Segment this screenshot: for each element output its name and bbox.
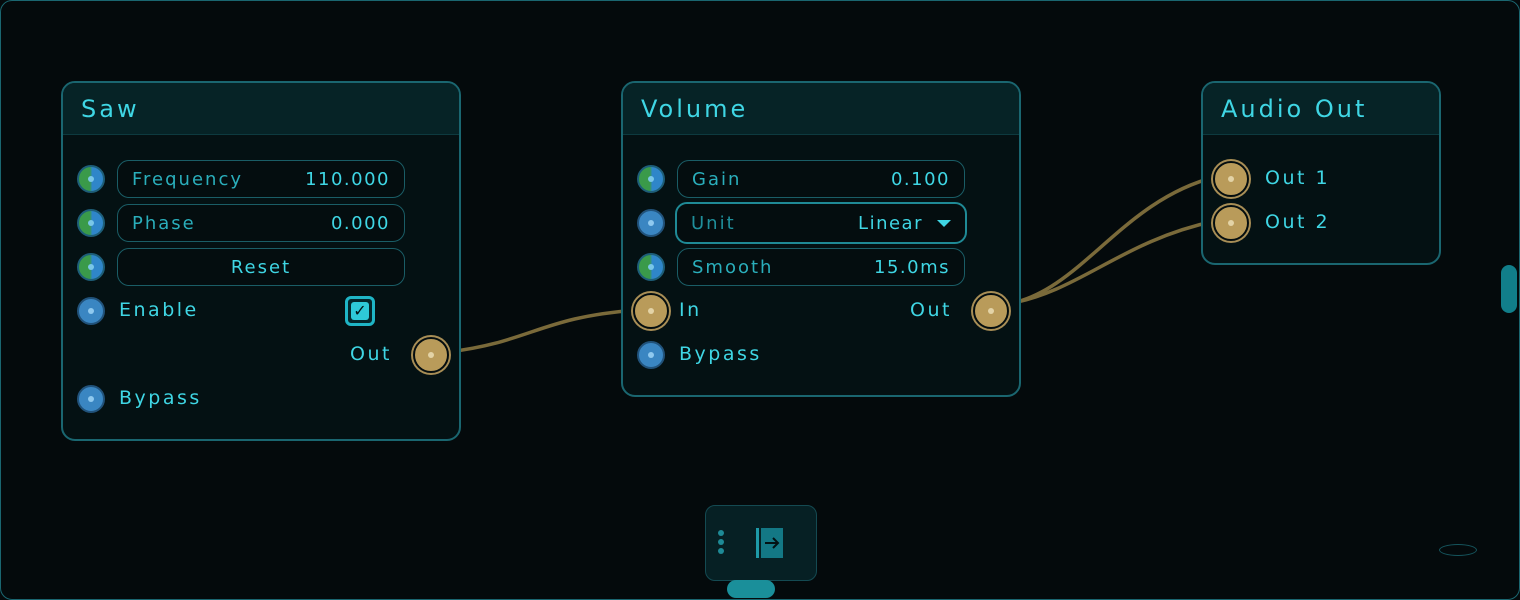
node-title[interactable]: Volume <box>623 83 1019 135</box>
field-value: 0.000 <box>330 212 390 234</box>
audio-out-1-port[interactable] <box>1213 161 1249 197</box>
volume-audio-out-port[interactable] <box>973 293 1009 329</box>
out-label: Out <box>350 343 392 365</box>
in-label: In <box>679 299 702 321</box>
field-value: 110.000 <box>305 168 390 190</box>
wire-volume-to-out2 <box>1007 219 1216 306</box>
audio-out-2-port[interactable] <box>1213 205 1249 241</box>
saw-audio-out-port[interactable] <box>413 337 449 373</box>
graph-canvas[interactable]: Saw Frequency 110.000 Phase 0.000 Reset … <box>0 0 1520 600</box>
smooth-field[interactable]: Smooth 15.0ms <box>677 248 965 286</box>
bypass-label: Bypass <box>119 387 202 409</box>
out-2-label: Out 2 <box>1265 211 1331 233</box>
minimap-indicator <box>1439 544 1477 556</box>
field-label: Unit <box>691 212 736 234</box>
field-label: Gain <box>692 168 742 190</box>
caret-down-icon <box>937 219 951 227</box>
enable-port[interactable] <box>77 297 105 325</box>
out-1-label: Out 1 <box>1265 167 1331 189</box>
phase-field[interactable]: Phase 0.000 <box>117 204 405 242</box>
volume-node[interactable]: Volume Gain 0.100 Unit Linear Smooth 15.… <box>621 81 1021 397</box>
gain-mod-port[interactable] <box>637 165 665 193</box>
frequency-mod-port[interactable] <box>77 165 105 193</box>
frequency-field[interactable]: Frequency 110.000 <box>117 160 405 198</box>
node-title[interactable]: Saw <box>63 83 459 135</box>
field-value: 15.0ms <box>874 256 950 278</box>
select-value: Linear <box>858 212 923 234</box>
field-value: 0.100 <box>890 168 950 190</box>
wire-saw-to-volume <box>447 308 638 354</box>
toolbar-drag-handle[interactable] <box>727 580 775 598</box>
node-title[interactable]: Audio Out <box>1203 83 1439 135</box>
out-label: Out <box>910 299 952 321</box>
field-label: Frequency <box>132 168 243 190</box>
unit-select[interactable]: Unit Linear <box>675 202 967 244</box>
button-label: Reset <box>230 256 292 278</box>
phase-mod-port[interactable] <box>77 209 105 237</box>
bypass-label: Bypass <box>679 343 762 365</box>
vertical-scrollbar[interactable] <box>1501 265 1517 313</box>
field-label: Phase <box>132 212 196 234</box>
select-value-wrap: Linear <box>858 213 951 234</box>
exit-icon[interactable] <box>754 526 786 560</box>
audio-out-node[interactable]: Audio Out Out 1 Out 2 <box>1201 81 1441 265</box>
reset-button[interactable]: Reset <box>117 248 405 286</box>
smooth-mod-port[interactable] <box>637 253 665 281</box>
bypass-port[interactable] <box>637 341 665 369</box>
field-label: Smooth <box>692 256 774 278</box>
enable-checkbox[interactable]: ✓ <box>345 296 375 326</box>
vertical-dots-icon[interactable] <box>718 530 724 557</box>
saw-node[interactable]: Saw Frequency 110.000 Phase 0.000 Reset … <box>61 81 461 441</box>
gain-field[interactable]: Gain 0.100 <box>677 160 965 198</box>
wire-volume-to-out1 <box>1007 175 1216 306</box>
reset-mod-port[interactable] <box>77 253 105 281</box>
checkmark-icon: ✓ <box>351 302 369 320</box>
unit-port[interactable] <box>637 209 665 237</box>
bypass-port[interactable] <box>77 385 105 413</box>
volume-audio-in-port[interactable] <box>633 293 669 329</box>
enable-label: Enable <box>119 299 199 321</box>
bottom-toolbar <box>705 505 817 581</box>
